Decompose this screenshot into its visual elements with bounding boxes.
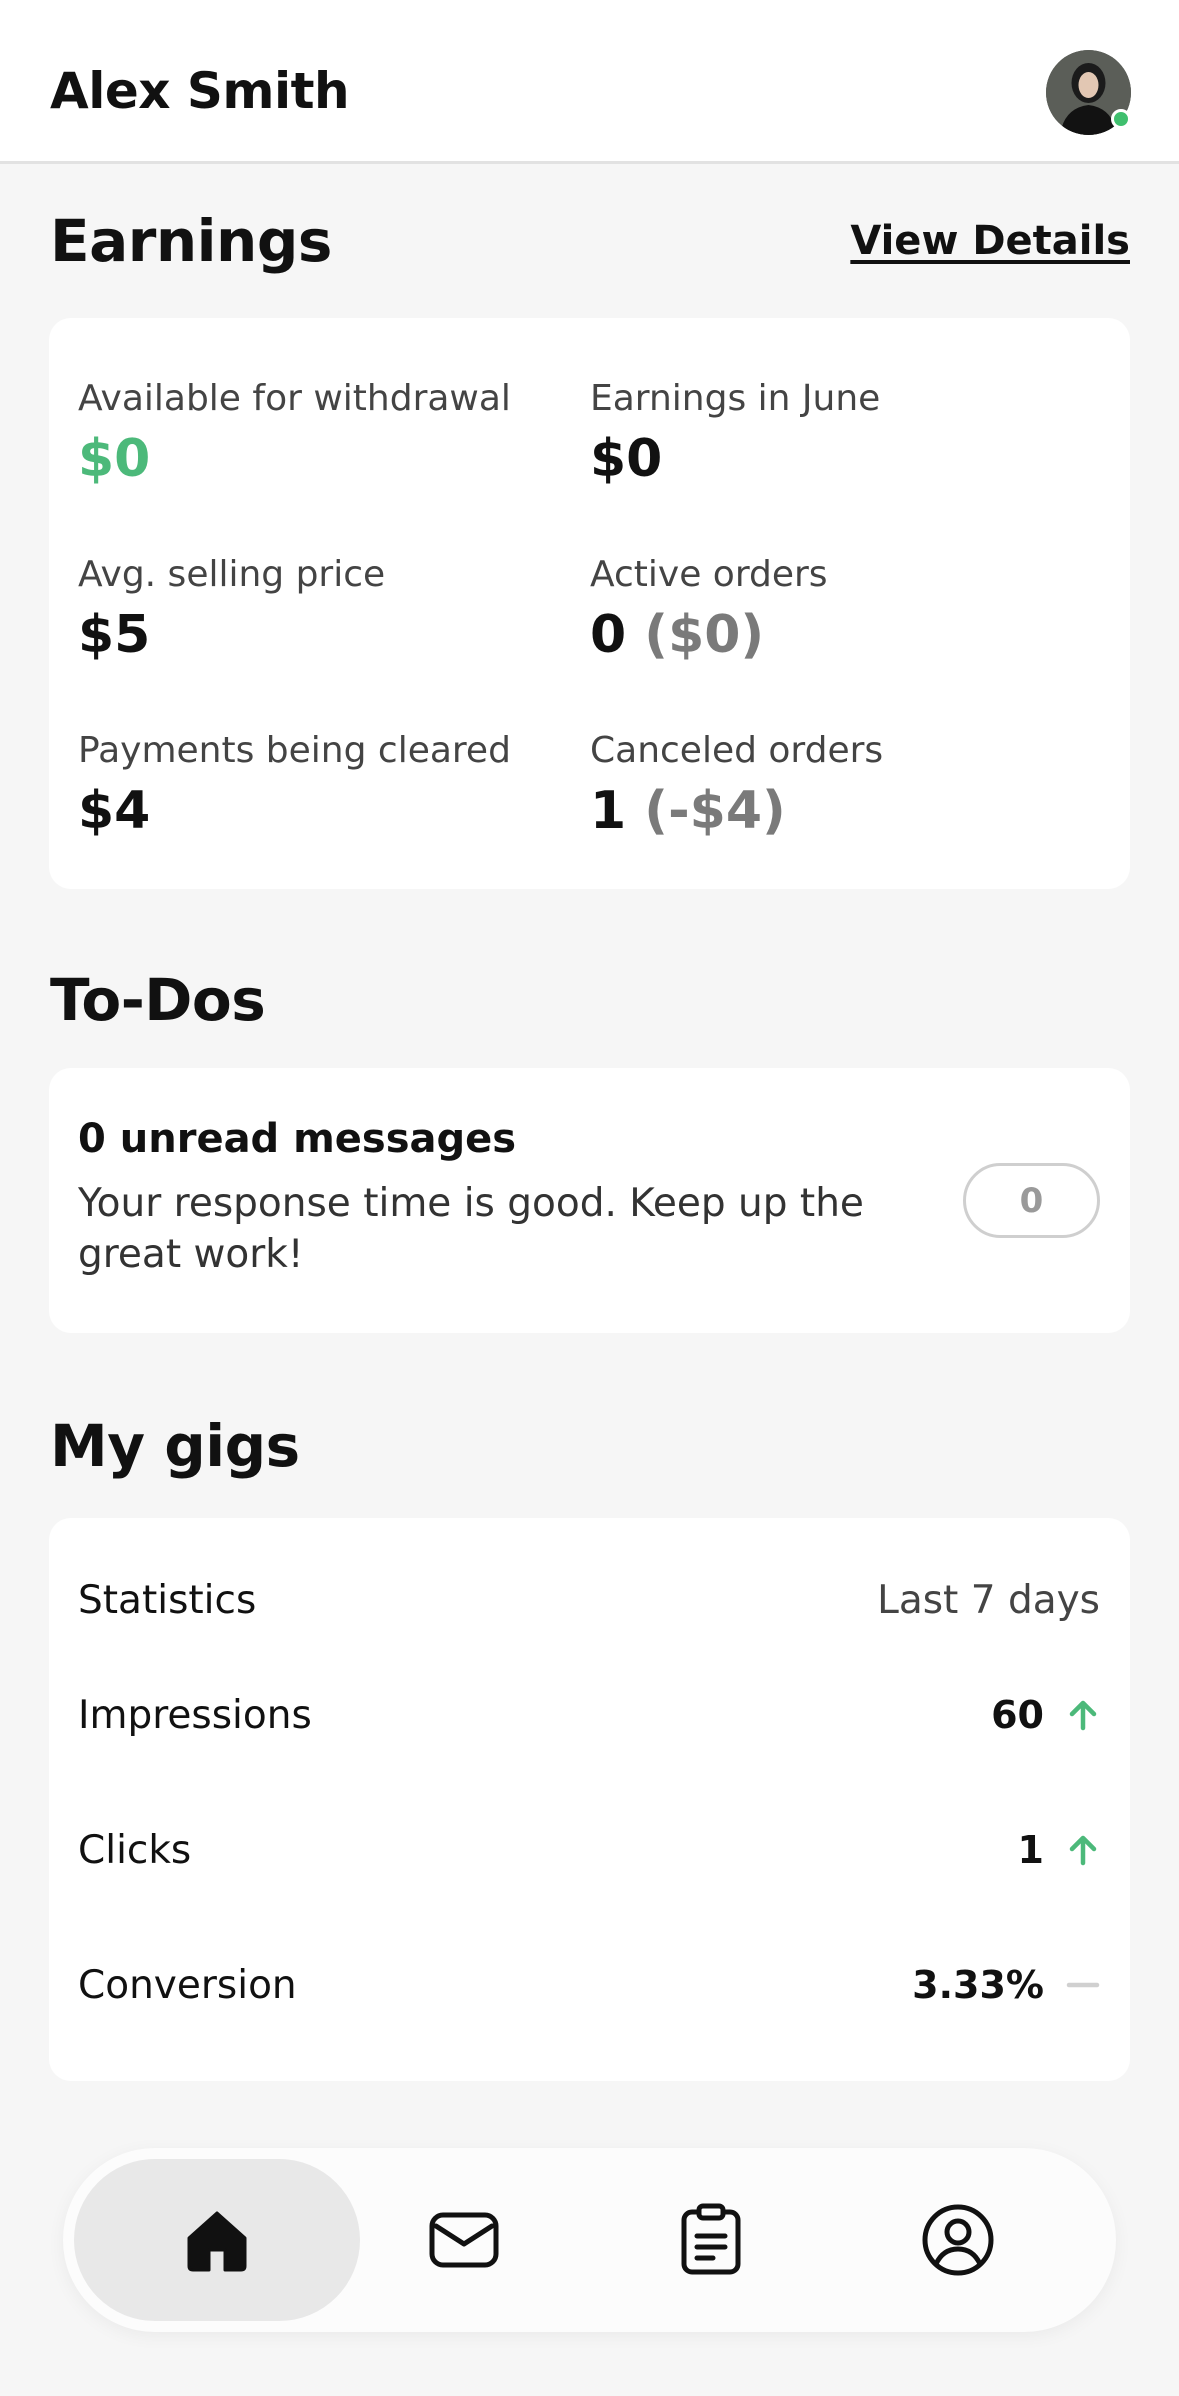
nav-profile[interactable] [815, 2159, 1101, 2321]
dash-neutral-icon [1066, 1968, 1100, 2002]
earnings-card: Available for withdrawal $0 Earnings in … [49, 318, 1130, 889]
clicks-label: Clicks [78, 1827, 192, 1873]
impressions-label: Impressions [78, 1692, 312, 1738]
bottom-navigation [63, 2148, 1116, 2332]
user-name: Alex Smith [50, 62, 350, 120]
inbox-icon [429, 2212, 499, 2268]
period-selector[interactable]: Last 7 days [877, 1578, 1100, 1623]
conversion-label: Conversion [78, 1962, 297, 2008]
avg-price-value: $5 [78, 605, 151, 665]
available-stat: Available for withdrawal $0 [78, 378, 511, 489]
arrow-up-icon [1066, 1698, 1100, 1732]
arrow-up-icon [1066, 1833, 1100, 1867]
orders-icon [681, 2203, 741, 2275]
conversion-value: 3.33% [912, 1963, 1044, 2007]
online-status-dot [1111, 109, 1131, 129]
gig-stat-row-conversion: Conversion 3.33% [78, 1955, 1100, 2015]
avatar[interactable] [1046, 50, 1131, 135]
gig-statistics-card: Statistics Last 7 days Impressions 60 Cl… [49, 1518, 1130, 2081]
canceled-orders-stat: Canceled orders 1 (-$4) [590, 730, 883, 841]
nav-orders[interactable] [568, 2159, 854, 2321]
gig-stat-row-impressions: Impressions 60 [78, 1685, 1100, 1745]
canceled-orders-count: 1 [590, 781, 627, 841]
canceled-orders-amount: (-$4) [644, 781, 786, 841]
statistics-header: Statistics Last 7 days [78, 1570, 1100, 1630]
payments-clearing-stat: Payments being cleared $4 [78, 730, 511, 841]
home-icon [187, 2211, 247, 2272]
active-orders-value: 0 ($0) [590, 605, 828, 665]
earnings-title: Earnings [50, 207, 332, 275]
month-earnings-label: Earnings in June [590, 378, 881, 419]
avg-price-label: Avg. selling price [78, 554, 386, 595]
view-details-link[interactable]: View Details [850, 218, 1130, 264]
unread-count-badge: 0 [963, 1163, 1100, 1238]
nav-home[interactable] [74, 2159, 360, 2321]
gig-stat-row-clicks: Clicks 1 [78, 1820, 1100, 1880]
profile-icon [922, 2204, 994, 2276]
my-gigs-title: My gigs [50, 1412, 300, 1480]
payments-clearing-value: $4 [78, 781, 151, 841]
avg-price-stat: Avg. selling price $5 [78, 554, 385, 665]
response-time-message: Your response time is good. Keep up the … [78, 1181, 864, 1277]
month-earnings-stat: Earnings in June $0 [590, 378, 880, 489]
clicks-value: 1 [1017, 1828, 1044, 1872]
active-orders-stat: Active orders 0 ($0) [590, 554, 828, 665]
active-orders-label: Active orders [590, 554, 828, 595]
todos-title: To-Dos [50, 966, 266, 1034]
top-bar: Alex Smith [0, 0, 1179, 164]
available-value: $0 [78, 429, 151, 489]
unread-messages-title: 0 unread messages [78, 1116, 517, 1162]
canceled-orders-label: Canceled orders [590, 730, 884, 771]
month-earnings-value: $0 [590, 429, 663, 489]
impressions-value: 60 [991, 1693, 1044, 1737]
seller-dashboard: Alex Smith Earnings View Details Availab… [0, 0, 1179, 2396]
available-label: Available for withdrawal [78, 378, 511, 419]
payments-clearing-label: Payments being cleared [78, 730, 511, 771]
active-orders-amount: ($0) [644, 605, 765, 665]
canceled-orders-value: 1 (-$4) [590, 781, 883, 841]
nav-inbox[interactable] [321, 2159, 607, 2321]
active-orders-count: 0 [590, 605, 627, 665]
unread-messages-card[interactable]: 0 unread messages Your response time is … [49, 1068, 1130, 1333]
statistics-label: Statistics [78, 1577, 257, 1623]
